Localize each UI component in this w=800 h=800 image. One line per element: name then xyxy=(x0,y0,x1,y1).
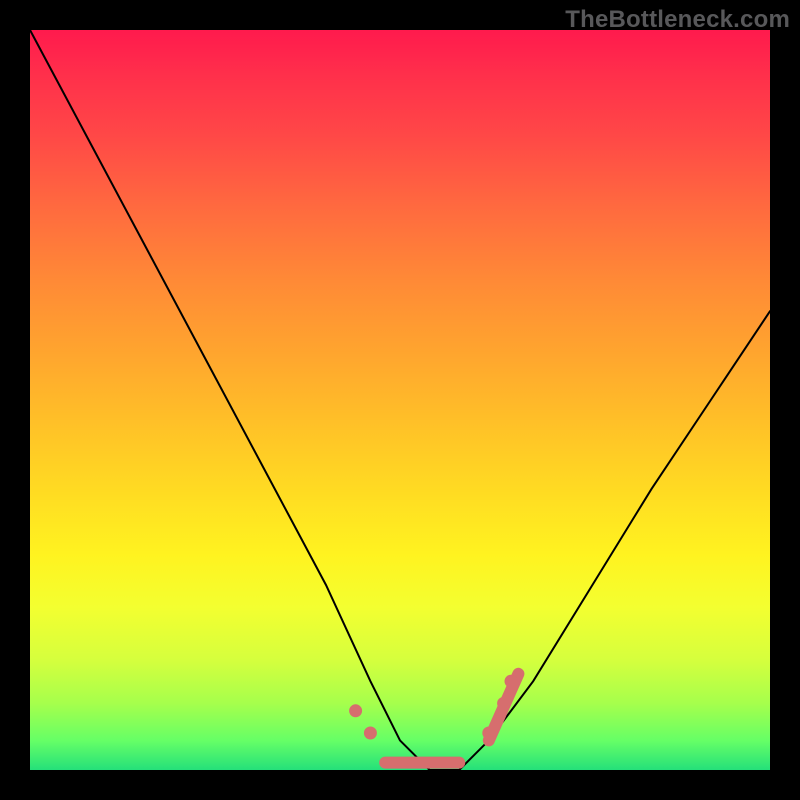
bottleneck-curve xyxy=(30,30,770,770)
plot-svg xyxy=(30,30,770,770)
marker-dot xyxy=(497,697,510,710)
plot-area xyxy=(30,30,770,770)
marker-dot xyxy=(505,675,518,688)
salmon-markers xyxy=(349,674,518,763)
chart-stage: TheBottleneck.com xyxy=(0,0,800,800)
watermark-text: TheBottleneck.com xyxy=(565,6,790,34)
marker-dot xyxy=(364,727,377,740)
marker-dot xyxy=(482,727,495,740)
marker-dot xyxy=(349,704,362,717)
